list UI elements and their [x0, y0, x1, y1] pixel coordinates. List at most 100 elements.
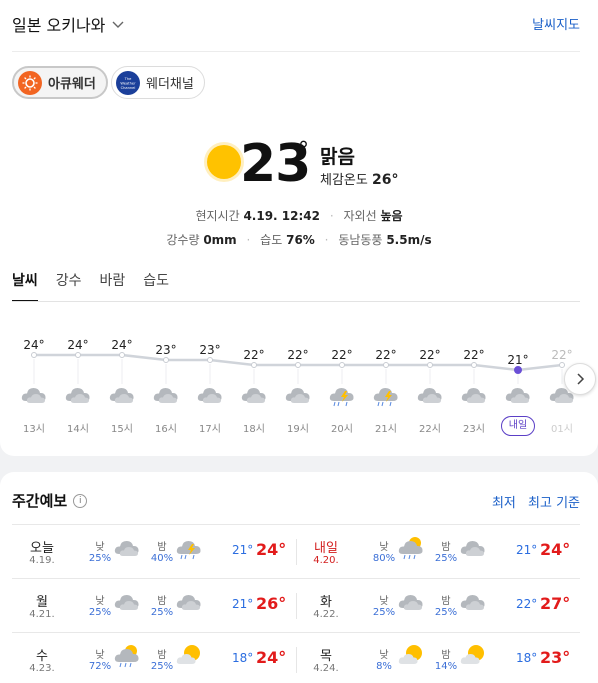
weekly-date: 4.21.: [29, 609, 55, 620]
cloudy-icon: [417, 388, 442, 403]
hourly-temp: 23°: [199, 343, 221, 357]
hourly-temp: 22°: [287, 348, 309, 362]
column-divider: [296, 539, 297, 565]
hourly-temp: 22°: [419, 348, 441, 362]
temp-point: [559, 362, 565, 368]
night-icon-slot: [458, 643, 488, 671]
hourly-time: 14시: [67, 424, 89, 435]
night-label: 밤: [441, 650, 451, 661]
rain-sun-icon: [114, 645, 139, 668]
provider-accuweather-button[interactable]: 아큐웨더: [12, 66, 108, 99]
day-icon-slot: [396, 589, 426, 617]
min-temp: 18°: [232, 651, 254, 665]
weekly-day-cell[interactable]: 오늘 4.19. 낮 25% 밤 40% 21° 24°: [12, 525, 296, 579]
hourly-icon-slot: [63, 382, 93, 406]
cloudy-icon: [109, 388, 134, 403]
max-temp: 24°: [540, 540, 571, 559]
scroll-next-button[interactable]: [564, 363, 596, 395]
day-precip-prob: 25%: [88, 607, 112, 618]
night-precip-prob: 25%: [150, 661, 174, 672]
thunderstorm-icon: [329, 388, 354, 407]
weekly-day-cell[interactable]: 화 4.22. 낮 25% 밤 25% 22° 27°: [296, 579, 580, 633]
precip-label: 강수량: [166, 233, 200, 247]
weekly-day-name: 월: [36, 595, 48, 610]
hourly-time: 21시: [375, 424, 397, 435]
location-selector[interactable]: 일본 오키나와: [12, 12, 125, 36]
weekly-title: 주간예보 i: [12, 490, 88, 511]
hourly-icon-slot: [151, 382, 181, 406]
weekly-day-cell[interactable]: 목 4.24. 낮 8% 밤 14% 18° 23°: [296, 633, 580, 683]
tab-humidity[interactable]: 습도: [143, 270, 169, 302]
current-condition: 맑음: [320, 146, 355, 168]
tab-precipitation[interactable]: 강수: [56, 270, 82, 302]
current-meta-row-2: 강수량 0mm · 습도 76% · 동남동풍 5.5m/s: [0, 231, 598, 248]
hourly-temp: 24°: [67, 338, 89, 352]
weekly-day-name: 오늘: [30, 541, 54, 556]
local-time-label: 현지시간: [195, 209, 240, 223]
day-icon-slot: [396, 535, 426, 563]
sort-low-button[interactable]: 최저: [492, 496, 516, 511]
provider-weatherchannel-button[interactable]: The Weather Channel 웨더채널: [111, 66, 205, 99]
weekly-day-cell[interactable]: 내일 4.20. 낮 80% 밤 25% 21° 24°: [296, 525, 580, 579]
svg-text:Weather: Weather: [120, 81, 136, 85]
min-temp: 21°: [232, 597, 254, 611]
cloudy-icon: [241, 388, 266, 403]
cloudy-icon: [460, 595, 485, 610]
tab-weather[interactable]: 날씨: [12, 270, 38, 302]
weather-map-link[interactable]: 날씨지도: [532, 14, 580, 33]
temp-point: [207, 357, 213, 363]
weekly-title-text: 주간예보: [12, 492, 68, 510]
column-divider: [296, 593, 297, 619]
precip-value: 0mm: [203, 233, 237, 247]
max-temp: 24°: [256, 648, 287, 667]
weekly-date: 4.22.: [313, 609, 339, 620]
cloudy-icon: [505, 388, 530, 403]
weekly-day-cell[interactable]: 월 4.21. 낮 25% 밤 25% 21° 26°: [12, 579, 296, 633]
feels-like-value: 26°: [371, 172, 399, 188]
min-temp: 21°: [232, 543, 254, 557]
accuweather-logo-icon: [18, 70, 42, 95]
temp-point: [75, 352, 81, 358]
sort-high-button[interactable]: 최고 기준: [528, 496, 580, 511]
weekly-day-name: 수: [36, 649, 48, 664]
hourly-time: 01시: [551, 424, 573, 435]
cloudy-icon: [460, 541, 485, 556]
day-precip-prob: 80%: [372, 553, 396, 564]
hourly-time: 15시: [111, 424, 133, 435]
chevron-down-icon: [112, 21, 124, 28]
hourly-icon-slot: [503, 382, 533, 406]
temp-point: [119, 352, 125, 358]
svg-text:Channel: Channel: [121, 86, 136, 90]
hourly-forecast[interactable]: 24° 13시 24° 14시 24° 15시 23° 16시 23° 17시 22° 18시 22° 1…: [0, 320, 598, 440]
thunderstorm-icon: [373, 388, 398, 407]
night-label: 밤: [441, 596, 451, 607]
partly-cloudy-icon: [460, 645, 484, 664]
weekly-day-cell[interactable]: 수 4.23. 낮 72% 밤 25% 18° 24°: [12, 633, 296, 683]
max-temp: 23°: [540, 648, 571, 667]
hourly-icon-slot: [195, 382, 225, 406]
night-label: 밤: [441, 542, 451, 553]
weatherchannel-logo-icon: The Weather Channel: [116, 70, 140, 95]
night-icon-slot: [458, 589, 488, 617]
hourly-time: 13시: [23, 424, 45, 435]
max-temp: 27°: [540, 594, 571, 613]
day-precip-prob: 72%: [88, 661, 112, 672]
svg-text:The: The: [124, 77, 132, 81]
hourly-icon-slot: [19, 382, 49, 406]
partly-cloudy-icon: [398, 645, 422, 664]
night-icon-slot: [174, 535, 204, 563]
min-temp: 21°: [516, 543, 538, 557]
feels-like-label: 체감온도: [320, 173, 368, 188]
weekly-row: 오늘 4.19. 낮 25% 밤 40% 21° 24° 내일 4.20. 낮 80% 밤 25% 21° 2…: [12, 524, 580, 578]
cloudy-icon: [461, 388, 486, 403]
hourly-icon-slot: [239, 382, 269, 406]
hourly-icon-slot: [107, 382, 137, 406]
hourly-temp: 22°: [331, 348, 353, 362]
tab-wind[interactable]: 바람: [100, 270, 126, 302]
hourly-icon-slot: [283, 382, 313, 406]
info-icon[interactable]: i: [73, 493, 88, 508]
hourly-temp: 22°: [375, 348, 397, 362]
day-label: 낮: [95, 650, 105, 661]
temp-point: [163, 357, 169, 363]
night-precip-prob: 25%: [150, 607, 174, 618]
